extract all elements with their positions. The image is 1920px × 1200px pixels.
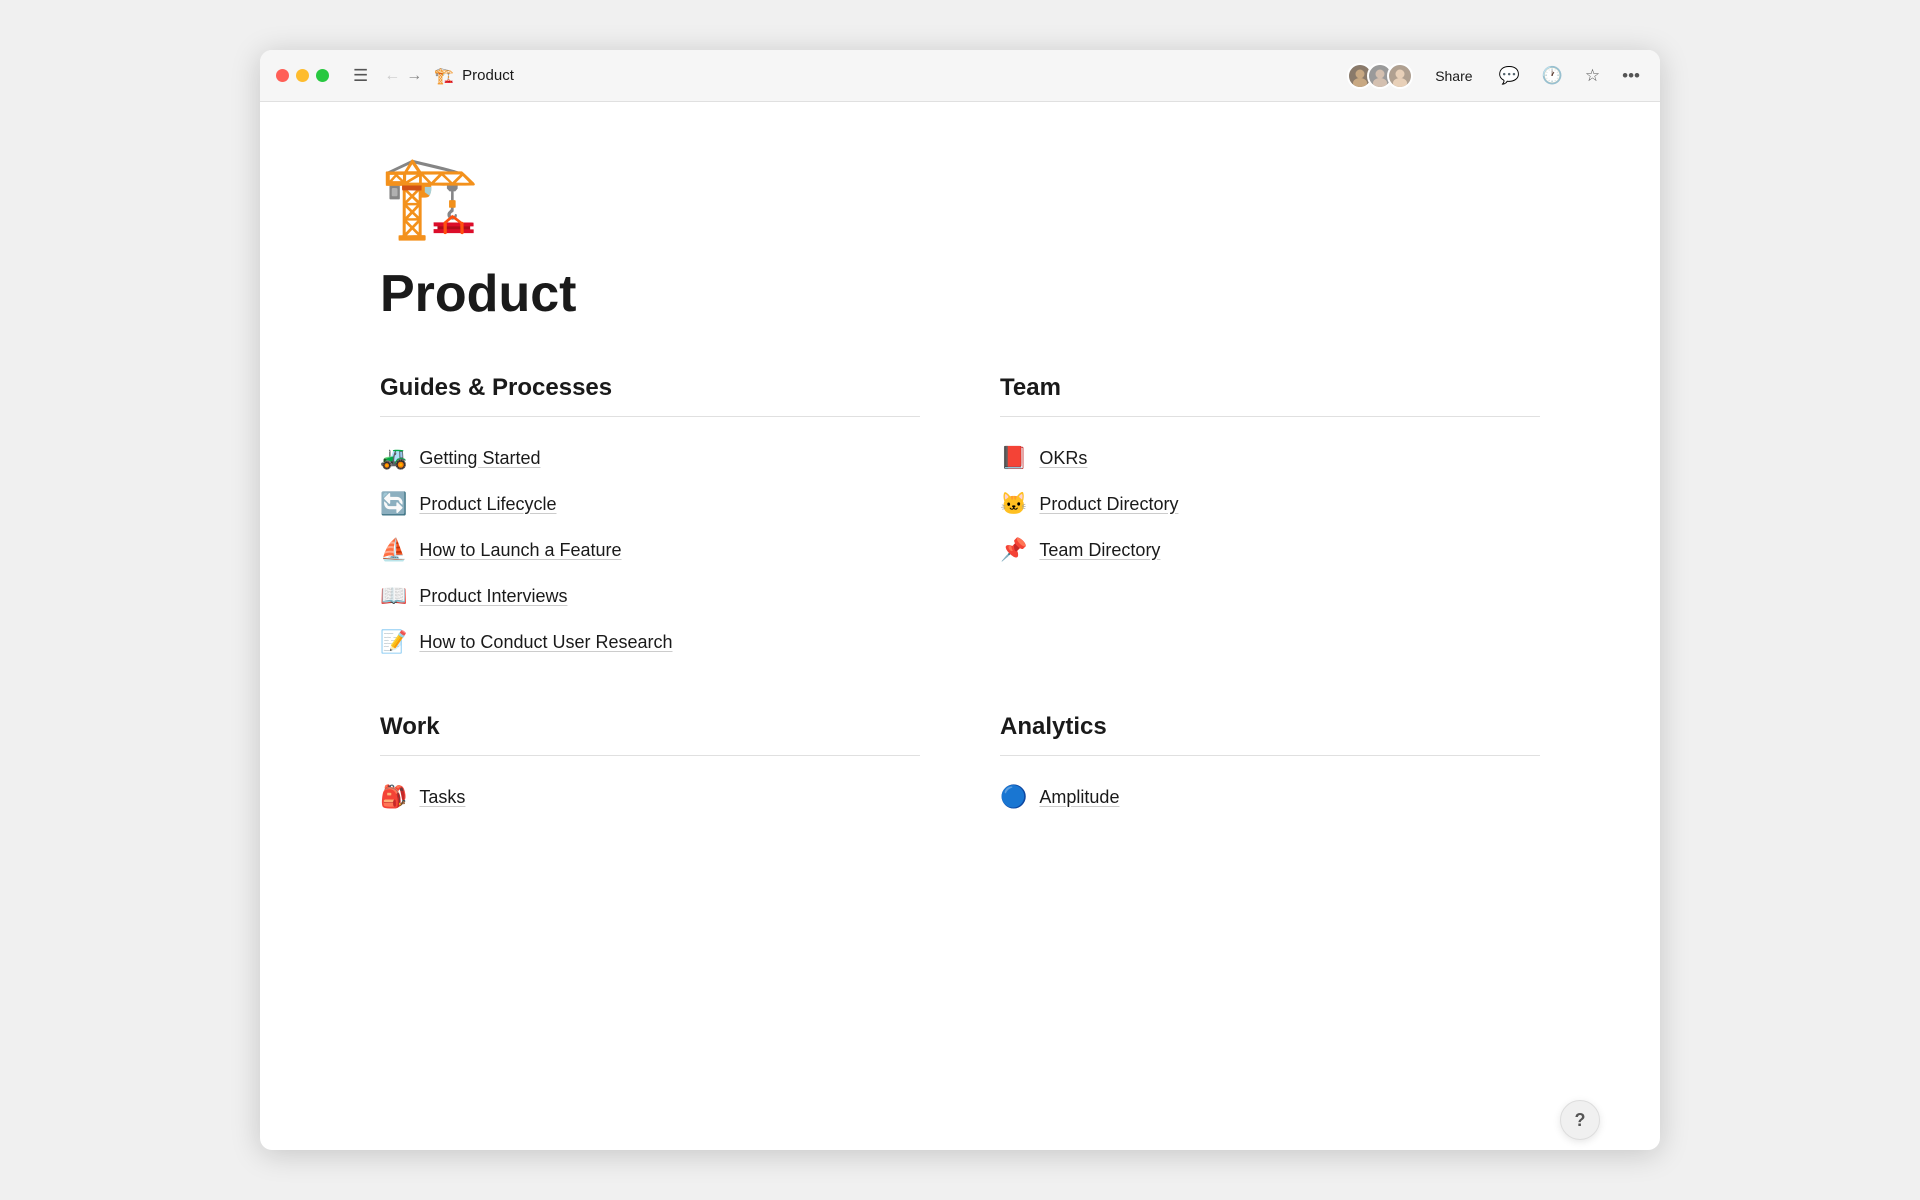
section-work-title: Work bbox=[380, 713, 920, 741]
list-item[interactable]: 🐱 Product Directory bbox=[1000, 481, 1540, 527]
page-icon-title: 🏗️ Product bbox=[434, 66, 514, 86]
list-item[interactable]: 🔄 Product Lifecycle bbox=[380, 481, 920, 527]
okrs-link[interactable]: OKRs bbox=[1039, 448, 1087, 469]
list-item[interactable]: 🚜 Getting Started bbox=[380, 435, 920, 481]
app-window: ☰ ← → 🏗️ Product bbox=[260, 50, 1660, 1150]
page-main-title: Product bbox=[380, 264, 1540, 324]
sections-grid: Guides & Processes 🚜 Getting Started 🔄 P… bbox=[380, 374, 1540, 820]
getting-started-link[interactable]: Getting Started bbox=[419, 448, 540, 469]
close-button[interactable] bbox=[276, 69, 289, 82]
product-lifecycle-icon: 🔄 bbox=[380, 491, 407, 517]
tasks-link[interactable]: Tasks bbox=[419, 787, 465, 808]
list-item[interactable]: 📌 Team Directory bbox=[1000, 527, 1540, 573]
user-research-icon: 📝 bbox=[380, 629, 407, 655]
help-button[interactable]: ? bbox=[1560, 1100, 1600, 1140]
section-team-links: 📕 OKRs 🐱 Product Directory 📌 Team Direct… bbox=[1000, 435, 1540, 573]
section-analytics-title: Analytics bbox=[1000, 713, 1540, 741]
amplitude-link[interactable]: Amplitude bbox=[1039, 787, 1119, 808]
tasks-icon: 🎒 bbox=[380, 784, 407, 810]
page-hero-emoji: 🏗️ bbox=[380, 150, 1540, 244]
maximize-button[interactable] bbox=[316, 69, 329, 82]
page-title-bar: Product bbox=[462, 67, 514, 84]
product-interviews-icon: 📖 bbox=[380, 583, 407, 609]
minimize-button[interactable] bbox=[296, 69, 309, 82]
list-item[interactable]: 📝 How to Conduct User Research bbox=[380, 619, 920, 665]
product-interviews-link[interactable]: Product Interviews bbox=[419, 586, 567, 607]
section-team: Team 📕 OKRs 🐱 Product Directory 📌 Team D… bbox=[1000, 374, 1540, 665]
titlebar-right: Share 💬 🕐 ☆ ••• bbox=[1347, 62, 1644, 90]
list-item[interactable]: 🎒 Tasks bbox=[380, 774, 920, 820]
page-content: 🏗️ Product Guides & Processes 🚜 Getting … bbox=[260, 102, 1660, 1150]
avatar-3 bbox=[1387, 63, 1413, 89]
section-guides: Guides & Processes 🚜 Getting Started 🔄 P… bbox=[380, 374, 920, 665]
star-icon[interactable]: ☆ bbox=[1581, 62, 1604, 90]
section-analytics-divider bbox=[1000, 755, 1540, 756]
section-team-title: Team bbox=[1000, 374, 1540, 402]
okrs-icon: 📕 bbox=[1000, 445, 1027, 471]
share-button[interactable]: Share bbox=[1427, 64, 1480, 88]
getting-started-icon: 🚜 bbox=[380, 445, 407, 471]
launch-feature-icon: ⛵ bbox=[380, 537, 407, 563]
product-directory-link[interactable]: Product Directory bbox=[1039, 494, 1178, 515]
back-button[interactable]: ← bbox=[384, 67, 400, 85]
list-item[interactable]: 📖 Product Interviews bbox=[380, 573, 920, 619]
team-directory-icon: 📌 bbox=[1000, 537, 1027, 563]
titlebar: ☰ ← → 🏗️ Product bbox=[260, 50, 1660, 102]
section-work-divider bbox=[380, 755, 920, 756]
more-options-icon[interactable]: ••• bbox=[1618, 62, 1644, 90]
section-guides-divider bbox=[380, 416, 920, 417]
product-lifecycle-link[interactable]: Product Lifecycle bbox=[419, 494, 556, 515]
section-work-links: 🎒 Tasks bbox=[380, 774, 920, 820]
page-emoji-small: 🏗️ bbox=[434, 66, 454, 86]
product-directory-icon: 🐱 bbox=[1000, 491, 1027, 517]
nav-arrows: ← → bbox=[384, 67, 422, 85]
launch-feature-link[interactable]: How to Launch a Feature bbox=[419, 540, 621, 561]
traffic-lights bbox=[276, 69, 329, 82]
forward-button[interactable]: → bbox=[406, 67, 422, 85]
collaborators-avatars bbox=[1347, 63, 1413, 89]
amplitude-icon: 🔵 bbox=[1000, 784, 1027, 810]
user-research-link[interactable]: How to Conduct User Research bbox=[419, 632, 672, 653]
sidebar-toggle-icon[interactable]: ☰ bbox=[349, 62, 372, 90]
history-icon[interactable]: 🕐 bbox=[1538, 62, 1567, 90]
list-item[interactable]: 📕 OKRs bbox=[1000, 435, 1540, 481]
team-directory-link[interactable]: Team Directory bbox=[1039, 540, 1160, 561]
section-guides-links: 🚜 Getting Started 🔄 Product Lifecycle ⛵ … bbox=[380, 435, 920, 665]
section-guides-title: Guides & Processes bbox=[380, 374, 920, 402]
section-work: Work 🎒 Tasks bbox=[380, 713, 920, 820]
comment-icon[interactable]: 💬 bbox=[1495, 62, 1524, 90]
list-item[interactable]: 🔵 Amplitude bbox=[1000, 774, 1540, 820]
section-team-divider bbox=[1000, 416, 1540, 417]
section-analytics-links: 🔵 Amplitude bbox=[1000, 774, 1540, 820]
list-item[interactable]: ⛵ How to Launch a Feature bbox=[380, 527, 920, 573]
section-analytics: Analytics 🔵 Amplitude bbox=[1000, 713, 1540, 820]
